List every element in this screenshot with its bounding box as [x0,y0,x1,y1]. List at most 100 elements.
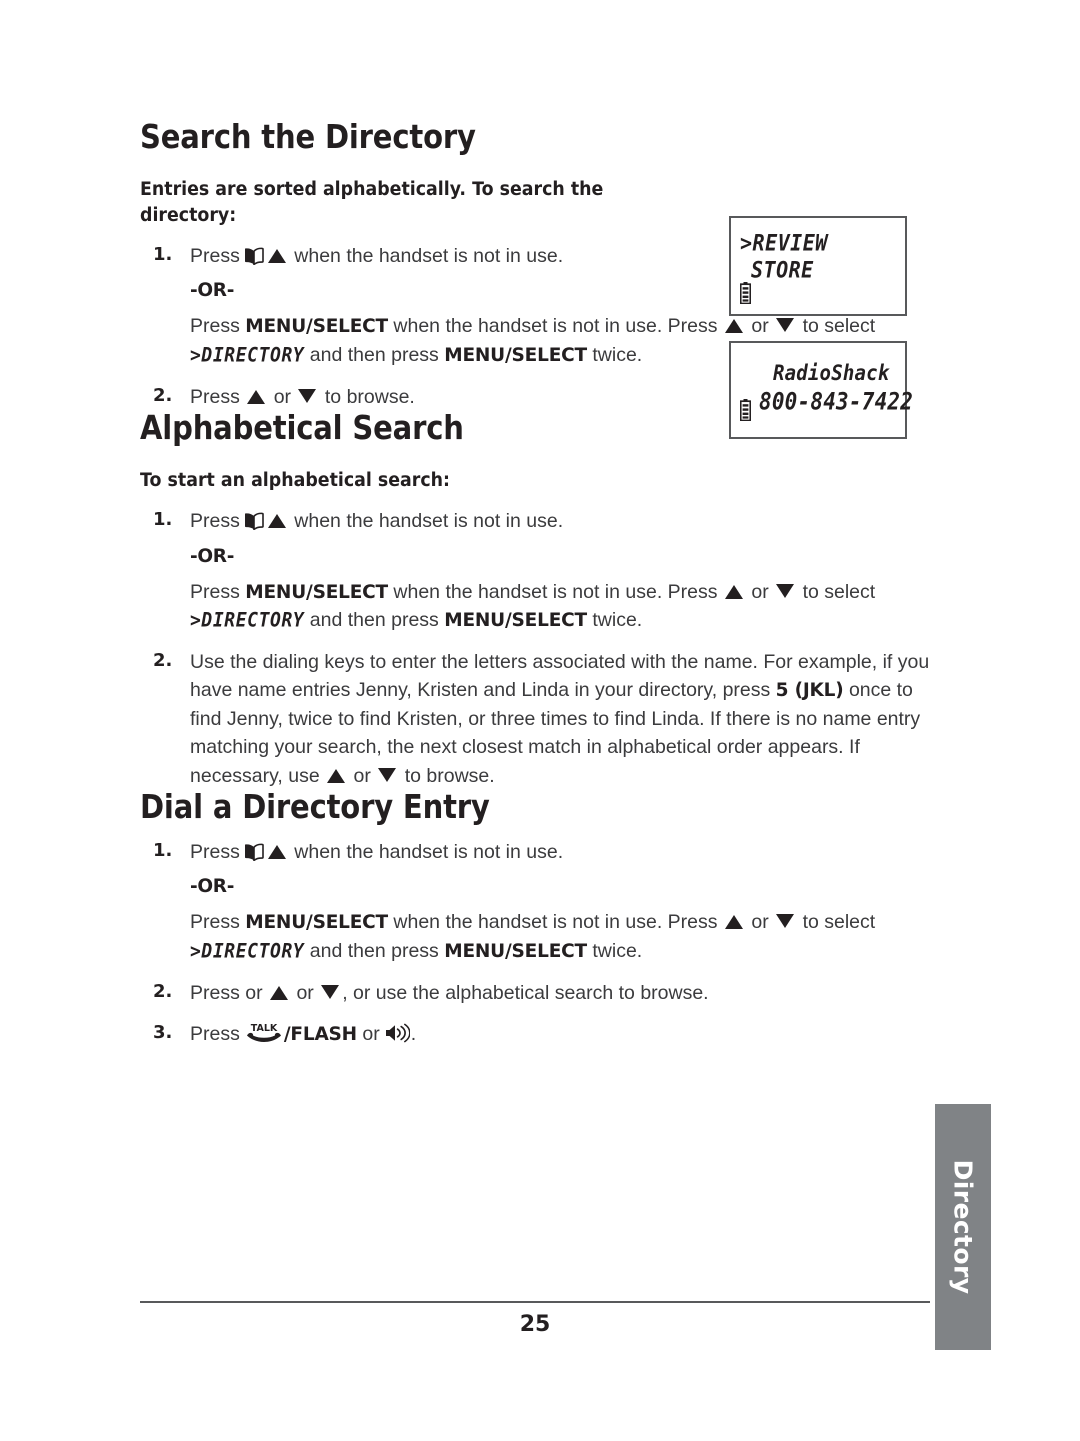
down-arrow-icon [378,767,397,782]
or-separator: -OR- [190,875,235,897]
alt-text-c: to select [802,315,876,338]
book-icon [243,841,265,862]
lcd-line-2: STORE [751,256,814,283]
lcd-line-1: RadioShack [773,361,890,386]
steps-alphabetical-search-2: 2. Use the dialing keys to enter the let… [140,648,930,790]
page-number: 25 [519,1312,551,1337]
down-arrow-icon [776,583,795,598]
alt-text-d: and then press [309,609,439,632]
battery-icon [739,399,752,422]
step-text-or: or [362,1022,380,1045]
step-text-rest: when the handset is not in use. [294,510,564,533]
menu-select-key-label: MENU/SELECT [245,316,388,338]
step-text-press: Press [190,510,240,533]
alt-text-b: when the handset is not in use. Press [393,910,718,933]
dial-key-label: 5 (JKL) [775,680,844,702]
step-text-b: , or use the alphabetical search to brow… [342,981,709,1004]
steps-dial-a-directory-entry: 1. Press when the handset is not in use. [140,838,930,866]
alt-text-d: and then press [309,939,439,962]
flash-key-label: /FLASH [283,1023,357,1045]
side-tab-label: Directory [948,1159,978,1295]
alternate-instruction: Press MENU/SELECT when the handset is no… [140,908,930,966]
step-text-c: to browse. [404,764,495,787]
lcd-line-1: >REVIEW [740,229,828,256]
step-item: 3. Press TALK /FLASH or . [140,1020,930,1049]
section-title-search-the-directory: Search the Directory [140,117,476,156]
up-arrow-icon [267,844,286,859]
lcd-menu-token: >DIRECTORY [190,344,305,368]
down-arrow-icon [298,389,317,404]
step-text-a: Press [190,1022,240,1045]
alt-text-c: to select [802,910,876,933]
step-text-period: . [410,1022,417,1045]
or-separator: -OR- [190,545,235,567]
section-title-dial-a-directory-entry: Dial a Directory Entry [140,787,490,826]
alt-text-d: and then press [309,344,439,367]
menu-select-key-label: MENU/SELECT [444,610,587,632]
section-lead-search-the-directory: Entries are sorted alphabetically. To se… [140,178,604,226]
manual-page: Search the Directory Entries are sorted … [0,0,1080,1441]
alt-text-or: or [751,910,769,933]
step-item: 1. Press when the handset is not in use. [140,838,930,866]
alt-text-b: when the handset is not in use. Press [393,580,718,603]
down-arrow-icon [776,913,795,928]
step-item: 2. Use the dialing keys to enter the let… [140,648,930,790]
up-arrow-icon [247,390,266,405]
step-text-or: or [296,981,314,1004]
lcd-menu-token: >DIRECTORY [190,609,305,633]
menu-select-key-label: MENU/SELECT [444,940,587,962]
steps-dial-a-directory-entry-2: 2. Press or or , or use the alphabetical… [140,979,930,1049]
alt-text-c: to select [802,580,876,603]
up-arrow-icon [267,514,286,529]
step-item: 1. Press when the handset is not in use. [140,507,930,535]
step-number: 1. [153,244,173,266]
footer-divider [140,1301,930,1303]
steps-alphabetical-search: 1. Press when the handset is not in use. [140,507,930,535]
up-arrow-icon [270,985,289,1000]
lcd-menu-token: >DIRECTORY [190,939,305,963]
alt-text-or: or [751,315,769,338]
alt-text-a: Press [190,315,240,338]
alt-text-e: twice. [592,344,643,367]
up-arrow-icon [724,319,743,334]
step-number: 2. [153,385,173,407]
step-number: 2. [153,980,173,1002]
down-arrow-icon [321,984,340,999]
alt-text-e: twice. [592,609,643,632]
step-number: 1. [153,509,173,531]
step-text-b: to browse. [324,386,415,409]
talk-handset-icon: TALK [244,1022,284,1044]
speaker-icon [384,1023,411,1043]
book-icon [243,510,265,532]
down-arrow-icon [776,318,795,333]
step-item: 2. Press or or , or use the alphabetical… [140,979,930,1007]
section-lead-alphabetical-search: To start an alphabetical search: [140,469,451,491]
svg-text:TALK: TALK [251,1023,278,1034]
step-number: 3. [153,1021,173,1043]
book-icon [243,245,265,267]
step-number: 2. [153,650,173,672]
step-number: 1. [153,839,173,861]
up-arrow-icon [724,584,743,599]
step-text-press: Press [190,245,240,268]
step-text-or: or [273,386,292,409]
alternate-instruction: Press MENU/SELECT when the handset is no… [140,578,930,636]
step-text-rest: when the handset is not in use. [294,840,564,863]
lcd-display-entry: RadioShack 800-843-7422 [729,341,913,439]
menu-select-key-label: MENU/SELECT [444,345,587,367]
alt-text-a: Press [190,580,240,603]
step-text-rest: when the handset is not in use. [294,245,564,268]
menu-select-key-label: MENU/SELECT [245,581,388,603]
side-tab-directory: Directory [935,1104,991,1350]
step-text-press: Press [190,840,240,863]
alt-text-or: or [751,580,769,603]
alt-text-a: Press [190,910,240,933]
lcd-line-2: 800-843-7422 [759,388,914,415]
up-arrow-icon [327,768,346,783]
up-arrow-icon [267,249,286,264]
lcd-display-menu: >REVIEW STORE [729,216,907,316]
alt-text-e: twice. [592,939,643,962]
step-text-a: Press or [190,981,263,1004]
battery-icon [739,282,752,305]
up-arrow-icon [724,914,743,929]
